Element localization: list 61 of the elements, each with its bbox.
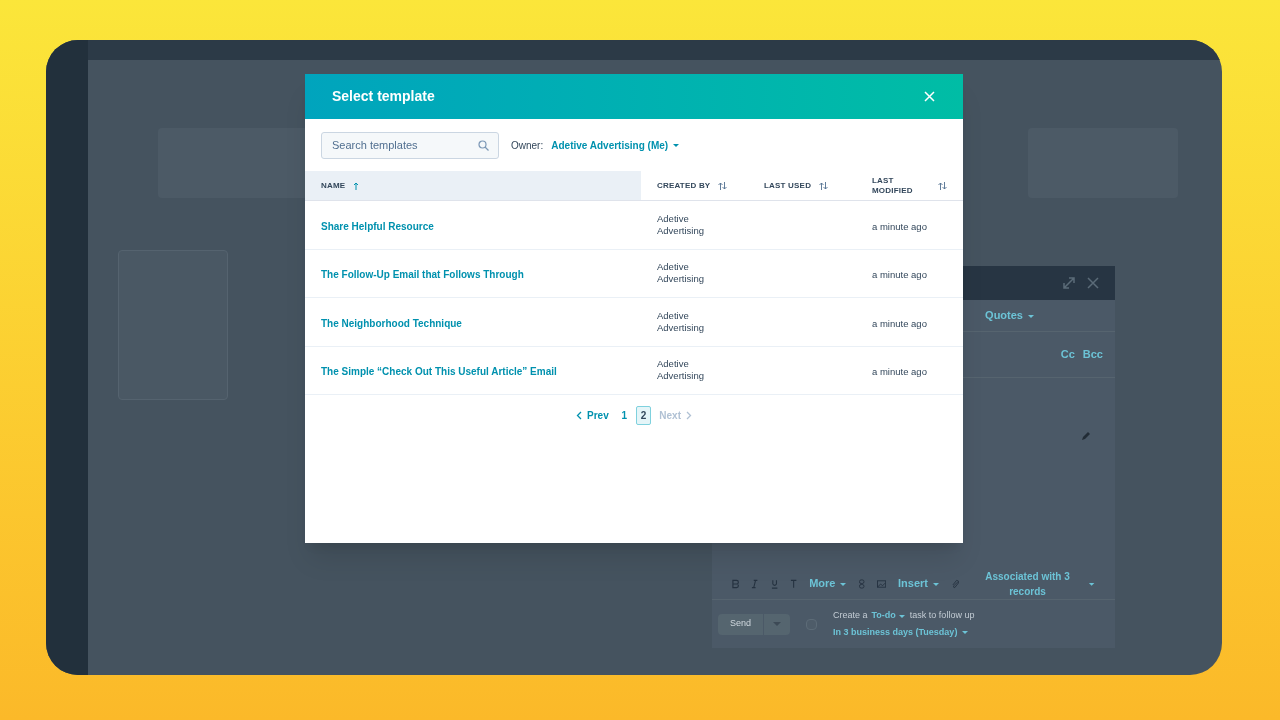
- table-cell: a minute ago: [872, 220, 927, 232]
- caret-icon: [839, 580, 848, 587]
- caret-icon: [961, 629, 970, 636]
- sort-ascending-icon: [353, 181, 360, 190]
- table-cell-text: Adetive Advertising: [657, 309, 705, 334]
- close-icon: [1087, 277, 1099, 289]
- bold-icon: [732, 578, 740, 589]
- page-button[interactable]: 1: [616, 405, 632, 425]
- column-header[interactable]: CREATED BY: [641, 171, 749, 200]
- due-date-menu[interactable]: In 3 business days (Tuesday): [833, 625, 975, 639]
- caret-icon: [1087, 580, 1095, 587]
- send-button[interactable]: Send: [718, 613, 790, 635]
- template-link[interactable]: The Simple “Check Out This Useful Article” Email: [321, 366, 557, 378]
- caret-icon: [931, 580, 940, 587]
- image-icon: [876, 579, 886, 588]
- table-cell: a minute ago: [872, 269, 927, 281]
- page-button[interactable]: 2: [635, 405, 652, 425]
- quotes-menu[interactable]: Quotes: [985, 307, 1035, 324]
- table-cell: a minute ago: [872, 366, 927, 378]
- caret-icon: [773, 621, 781, 627]
- task-label: Create a: [833, 609, 868, 622]
- prev-page-button[interactable]: Prev: [572, 407, 613, 423]
- chevron-right-icon: [685, 410, 692, 420]
- link-icon: [859, 578, 865, 589]
- more-menu[interactable]: More: [809, 575, 848, 592]
- close-button[interactable]: [922, 89, 936, 104]
- task-label: task to follow up: [909, 609, 975, 622]
- template-link[interactable]: The Neighborhood Technique: [321, 317, 462, 329]
- recipient-link[interactable]: Bcc: [1082, 346, 1103, 363]
- sort-icon: [718, 181, 728, 190]
- caret-icon: [1027, 312, 1035, 319]
- caret-icon: [672, 142, 681, 148]
- column-header[interactable]: LAST MODIFIED: [857, 171, 963, 200]
- table-cell-text: Adetive Advertising: [657, 212, 705, 237]
- table-cell-text: Adetive Advertising: [657, 358, 705, 383]
- owner-dropdown[interactable]: Adetive Advertising (Me): [551, 137, 681, 153]
- pencil-icon: [1081, 431, 1091, 441]
- table-cell-text: Adetive Advertising: [657, 261, 705, 286]
- table-cell: a minute ago: [872, 317, 927, 329]
- insert-menu[interactable]: Insert: [898, 575, 940, 592]
- italic-icon: [751, 578, 759, 589]
- paperclip-icon: [951, 578, 960, 589]
- modal-title: Select template: [332, 87, 436, 106]
- search-icon: [478, 139, 489, 151]
- close-icon: [923, 91, 935, 102]
- template-link[interactable]: Share Helpful Resource: [321, 220, 434, 232]
- associations-menu[interactable]: Associated with 3 records: [971, 568, 1095, 599]
- expand-icon: [1063, 277, 1075, 289]
- owner-label: Owner:: [511, 138, 544, 153]
- task-type-menu[interactable]: To-do: [871, 609, 906, 623]
- column-header[interactable]: LAST USED: [749, 171, 857, 200]
- column-header[interactable]: NAME: [305, 171, 641, 200]
- search-field[interactable]: Search templates: [321, 131, 499, 159]
- sort-icon: [938, 181, 947, 190]
- underline-icon: [770, 578, 778, 589]
- chevron-left-icon: [576, 410, 583, 420]
- sort-icon: [819, 181, 829, 190]
- caret-icon: [897, 612, 906, 619]
- recipient-link[interactable]: Cc: [1060, 346, 1075, 363]
- template-link[interactable]: The Follow-Up Email that Follows Through: [321, 269, 524, 281]
- clear-format-icon: [789, 578, 798, 589]
